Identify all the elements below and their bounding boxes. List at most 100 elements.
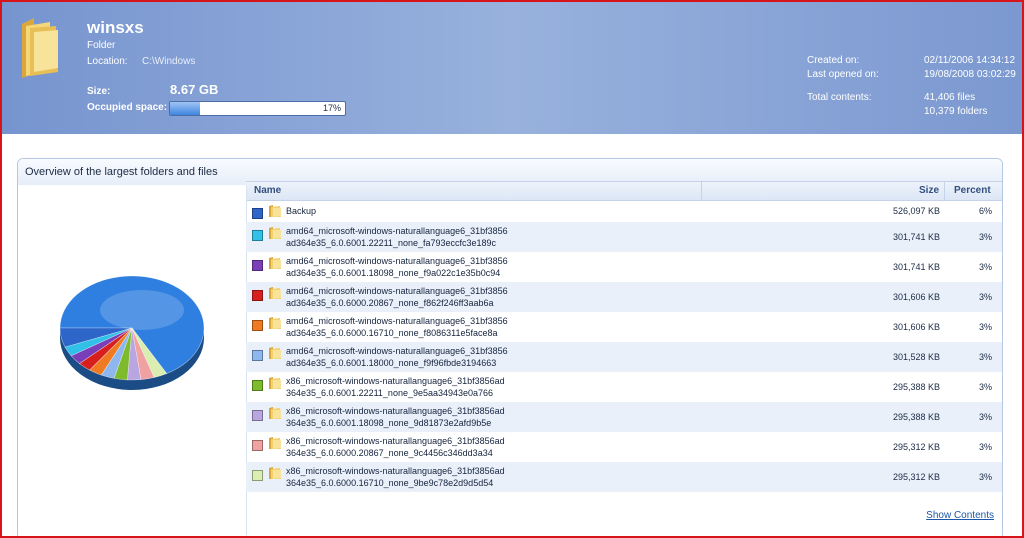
folder-icon bbox=[269, 205, 281, 217]
folder-title: winsxs bbox=[87, 18, 144, 37]
item-name-line: amd64_microsoft-windows-naturallanguage6… bbox=[286, 286, 508, 296]
column-percent-header[interactable]: Percent bbox=[954, 185, 991, 196]
list-item[interactable]: amd64_microsoft-windows-naturallanguage6… bbox=[246, 222, 1002, 252]
item-name-line: ad364e35_6.0.6001.18000_none_f9f96fbde31… bbox=[286, 358, 497, 368]
legend-swatch bbox=[252, 350, 263, 361]
item-size: 301,606 KB bbox=[892, 322, 940, 332]
column-header: Name Size Percent bbox=[246, 181, 1002, 201]
list-item[interactable]: amd64_microsoft-windows-naturallanguage6… bbox=[246, 252, 1002, 282]
legend-swatch bbox=[252, 320, 263, 331]
occupied-space-label: Occupied space: bbox=[87, 102, 168, 113]
item-name-line: 364e35_6.0.6001.22211_none_9e5aa34943e0a… bbox=[286, 388, 494, 398]
legend-swatch bbox=[252, 260, 263, 271]
item-name: x86_microsoft-windows-naturallanguage6_3… bbox=[286, 435, 505, 459]
list-item[interactable]: amd64_microsoft-windows-naturallanguage6… bbox=[246, 282, 1002, 312]
item-percent: 3% bbox=[978, 442, 992, 452]
item-name-line: amd64_microsoft-windows-naturallanguage6… bbox=[286, 226, 508, 236]
item-name: amd64_microsoft-windows-naturallanguage6… bbox=[286, 345, 508, 369]
list-item[interactable]: x86_microsoft-windows-naturallanguage6_3… bbox=[246, 402, 1002, 432]
legend-swatch bbox=[252, 410, 263, 421]
location-value: C:\Windows bbox=[142, 56, 196, 67]
item-percent: 3% bbox=[978, 262, 992, 272]
total-folders-value: 10,379 folders bbox=[924, 106, 988, 117]
column-separator[interactable] bbox=[701, 182, 702, 200]
folder-icon bbox=[269, 437, 281, 449]
pie-highlight bbox=[100, 290, 184, 330]
list-item[interactable]: x86_microsoft-windows-naturallanguage6_3… bbox=[246, 372, 1002, 402]
item-name-line: ad364e35_6.0.6001.22211_none_fa793eccfc3… bbox=[286, 238, 497, 248]
folder-icon bbox=[269, 467, 281, 479]
item-name: x86_microsoft-windows-naturallanguage6_3… bbox=[286, 465, 505, 489]
created-label: Created on: bbox=[807, 55, 860, 66]
item-name-line: ad364e35_6.0.6000.20867_none_f862f246ff3… bbox=[286, 298, 494, 308]
item-percent: 3% bbox=[978, 472, 992, 482]
column-separator[interactable] bbox=[944, 182, 945, 200]
last-opened-value: 19/08/2008 03:02:29 bbox=[924, 69, 1016, 80]
pie-chart bbox=[59, 275, 205, 390]
legend-swatch bbox=[252, 208, 263, 219]
list-item[interactable]: x86_microsoft-windows-naturallanguage6_3… bbox=[246, 462, 1002, 492]
item-size: 295,312 KB bbox=[892, 442, 940, 452]
legend-swatch bbox=[252, 380, 263, 391]
item-percent: 3% bbox=[978, 412, 992, 422]
item-name-line: 364e35_6.0.6001.18098_none_9d81873e2afd9… bbox=[286, 418, 492, 428]
item-size: 301,741 KB bbox=[892, 262, 940, 272]
occupied-space-bar: 17% bbox=[169, 101, 346, 116]
header-panel: winsxs Folder Location: C:\Windows Size:… bbox=[2, 2, 1022, 134]
pie-chart-area bbox=[18, 185, 247, 535]
item-name: amd64_microsoft-windows-naturallanguage6… bbox=[286, 255, 508, 279]
list-item[interactable]: x86_microsoft-windows-naturallanguage6_3… bbox=[246, 432, 1002, 462]
largest-items-panel: Overview of the largest folders and file… bbox=[17, 158, 1003, 536]
item-name-line: amd64_microsoft-windows-naturallanguage6… bbox=[286, 316, 508, 326]
item-name: amd64_microsoft-windows-naturallanguage6… bbox=[286, 225, 508, 249]
item-size: 526,097 KB bbox=[892, 206, 940, 216]
panel-title: Overview of the largest folders and file… bbox=[25, 166, 218, 178]
item-name: x86_microsoft-windows-naturallanguage6_3… bbox=[286, 375, 505, 399]
column-size-header[interactable]: Size bbox=[919, 185, 939, 196]
properties-window: winsxs Folder Location: C:\Windows Size:… bbox=[0, 0, 1024, 538]
item-percent: 6% bbox=[978, 206, 992, 216]
item-size: 301,528 KB bbox=[892, 352, 940, 362]
item-name-line: 364e35_6.0.6000.20867_none_9c4456c346dd3… bbox=[286, 448, 493, 458]
item-percent: 3% bbox=[978, 382, 992, 392]
folder-icon bbox=[269, 377, 281, 389]
occupied-space-percent: 17% bbox=[322, 103, 341, 113]
legend-swatch bbox=[252, 230, 263, 241]
folder-icon bbox=[269, 227, 281, 239]
legend-swatch bbox=[252, 290, 263, 301]
item-name-line: x86_microsoft-windows-naturallanguage6_3… bbox=[286, 376, 505, 386]
legend-swatch bbox=[252, 440, 263, 451]
item-size: 295,388 KB bbox=[892, 382, 940, 392]
item-size: 295,312 KB bbox=[892, 472, 940, 482]
size-label: Size: bbox=[87, 86, 111, 97]
item-name-line: amd64_microsoft-windows-naturallanguage6… bbox=[286, 256, 508, 266]
item-name-line: ad364e35_6.0.6001.18098_none_f9a022c1e35… bbox=[286, 268, 501, 278]
item-name-line: 364e35_6.0.6000.16710_none_9be9c78e2d9d5… bbox=[286, 478, 494, 488]
folder-large-icon bbox=[22, 18, 58, 78]
item-percent: 3% bbox=[978, 232, 992, 242]
item-name-line: x86_microsoft-windows-naturallanguage6_3… bbox=[286, 436, 505, 446]
item-name: Backup bbox=[286, 205, 316, 217]
folder-type: Folder bbox=[87, 40, 116, 51]
column-name-header[interactable]: Name bbox=[254, 185, 281, 196]
list-item[interactable]: amd64_microsoft-windows-naturallanguage6… bbox=[246, 342, 1002, 372]
item-name-line: Backup bbox=[286, 206, 317, 216]
item-name-line: x86_microsoft-windows-naturallanguage6_3… bbox=[286, 406, 505, 416]
item-size: 295,388 KB bbox=[892, 412, 940, 422]
item-size: 301,741 KB bbox=[892, 232, 940, 242]
item-size: 301,606 KB bbox=[892, 292, 940, 302]
item-name-line: ad364e35_6.0.6000.16710_none_f8086311e5f… bbox=[286, 328, 498, 338]
item-name: amd64_microsoft-windows-naturallanguage6… bbox=[286, 285, 508, 309]
item-percent: 3% bbox=[978, 352, 992, 362]
show-contents-link[interactable]: Show Contents bbox=[926, 510, 994, 521]
folder-icon bbox=[269, 287, 281, 299]
occupied-space-bar-fill bbox=[170, 102, 200, 115]
item-percent: 3% bbox=[978, 292, 992, 302]
location-label: Location: bbox=[87, 56, 128, 67]
list-item[interactable]: amd64_microsoft-windows-naturallanguage6… bbox=[246, 312, 1002, 342]
folder-icon bbox=[269, 317, 281, 329]
legend-swatch bbox=[252, 470, 263, 481]
size-value: 8.67 GB bbox=[170, 82, 219, 97]
list-item[interactable]: Backup 526,097 KB 6% bbox=[246, 200, 1002, 222]
item-name: amd64_microsoft-windows-naturallanguage6… bbox=[286, 315, 508, 339]
